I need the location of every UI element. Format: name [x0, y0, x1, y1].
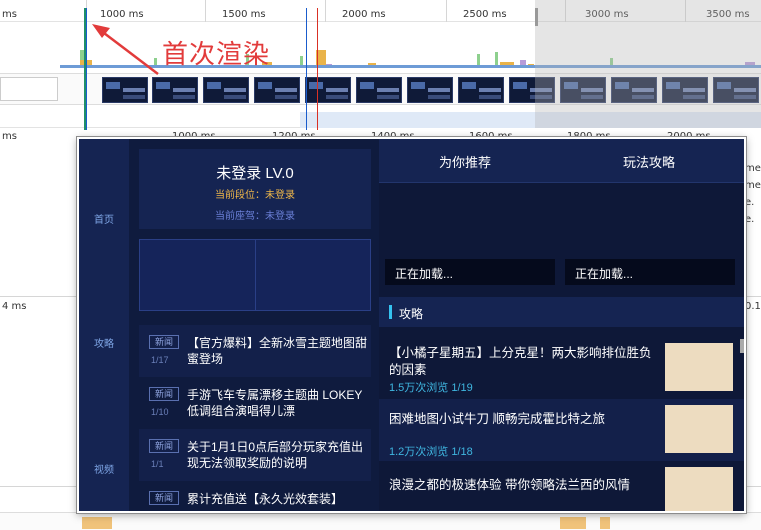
- news-page-count: 1/10: [151, 407, 169, 417]
- banner-carousel[interactable]: [139, 239, 371, 311]
- loading-text: 正在加载...: [575, 267, 634, 281]
- side-snippet: 0.1: [745, 301, 761, 312]
- left-content-panel: 未登录 LV.0 当前段位：未登录 当前座驾：未登录 新闻 1/17 【官方爆料…: [129, 139, 379, 511]
- loading-placeholder: 正在加载...: [385, 259, 555, 285]
- article-thumbnail: [665, 405, 733, 453]
- filmstrip-frame[interactable]: [458, 77, 504, 103]
- news-page-count: 1/1: [151, 459, 164, 469]
- news-tag-badge: 新闻: [149, 335, 179, 349]
- article-meta: 1.5万次浏览 1/19: [389, 382, 473, 394]
- news-item[interactable]: 新闻 1/10 手游飞车专属漂移主题曲 LOKEY低调组合演唱得儿漂: [139, 377, 371, 429]
- filmstrip-placeholder: [0, 77, 58, 101]
- news-title: 手游飞车专属漂移主题曲 LOKEY低调组合演唱得儿漂: [187, 388, 363, 418]
- user-profile-card[interactable]: 未登录 LV.0 当前段位：未登录 当前座驾：未登录: [139, 149, 371, 229]
- article-item[interactable]: 【小橘子星期五】上分克星！两大影响排位胜负的因素 1.5万次浏览 1/19: [379, 337, 744, 399]
- ruler-tick: [205, 0, 206, 22]
- filmstrip-frame[interactable]: [152, 77, 198, 103]
- article-thumbnail: [665, 467, 733, 511]
- filmstrip-frame[interactable]: [102, 77, 148, 103]
- bottom-event-bar: [560, 517, 586, 529]
- right-content-panel: 为你推荐 玩法攻略 正在加载... 正在加载... 攻略 【小橘子星期五】上分克…: [379, 139, 744, 511]
- content-tabs: 为你推荐 玩法攻略: [379, 139, 744, 183]
- side-nav: 首页 攻略 视频: [79, 139, 129, 511]
- side-snippet: me.: [745, 180, 761, 191]
- news-item[interactable]: 新闻 1/17 【官方爆料】全新冰雪主题地图甜蜜登场: [139, 325, 371, 377]
- ruler-label: 2000 ms: [342, 9, 386, 20]
- ruler-tick: [446, 0, 447, 22]
- guides-section-header: 攻略: [379, 297, 744, 327]
- scrollbar-thumb[interactable]: [740, 339, 744, 353]
- scrollbar[interactable]: [740, 339, 744, 509]
- lower-left-label: ms: [2, 131, 17, 142]
- news-item[interactable]: 新闻 1/1 关于1月1日0点后部分玩家充值出现无法领取奖励的说明: [139, 429, 371, 481]
- ruler-label: 1000 ms: [100, 9, 144, 20]
- news-item[interactable]: 新闻 累计充值送【永久光效套装】: [139, 481, 371, 511]
- side-snippet: e.: [745, 197, 755, 208]
- filmstrip-frame[interactable]: [305, 77, 351, 103]
- article-title: 困难地图小试牛刀 顺畅完成霍比特之旅: [389, 412, 605, 426]
- filmstrip-frame[interactable]: [203, 77, 249, 103]
- news-title: 【官方爆料】全新冰雪主题地图甜蜜登场: [187, 336, 368, 366]
- filmstrip-frame[interactable]: [254, 77, 300, 103]
- ruler-tick: [325, 0, 326, 22]
- filmstrip-frame[interactable]: [356, 77, 402, 103]
- article-item[interactable]: 困难地图小试牛刀 顺畅完成霍比特之旅 1.2万次浏览 1/18: [379, 399, 744, 461]
- nav-item-videos[interactable]: 视频: [79, 461, 129, 476]
- article-title: 浪漫之都的极速体验 带你领略法兰西的风情: [389, 478, 630, 492]
- news-title: 累计充值送【永久光效套装】: [187, 492, 344, 506]
- selection-end-handle[interactable]: [535, 8, 538, 26]
- news-tag-badge: 新闻: [149, 491, 179, 505]
- article-thumbnail: [665, 343, 733, 391]
- tab-recommended[interactable]: 为你推荐: [439, 152, 491, 171]
- user-rank: 当前段位：未登录: [215, 190, 295, 201]
- user-level: 未登录 LV.0: [216, 165, 294, 182]
- loading-text: 正在加载...: [395, 267, 454, 281]
- loading-placeholder: 正在加载...: [565, 259, 735, 285]
- selection-start-handle[interactable]: [86, 8, 87, 130]
- news-tag-badge: 新闻: [149, 387, 179, 401]
- filmstrip-frame[interactable]: [407, 77, 453, 103]
- news-tag-badge: 新闻: [149, 439, 179, 453]
- ruler-label: 1500 ms: [222, 9, 266, 20]
- bottom-track: [0, 512, 761, 530]
- banner-divider: [255, 240, 256, 310]
- tab-gameplay-guides[interactable]: 玩法攻略: [623, 152, 675, 171]
- news-title: 关于1月1日0点后部分玩家充值出现无法领取奖励的说明: [187, 440, 364, 470]
- user-car: 当前座驾：未登录: [215, 211, 295, 222]
- article-title: 【小橘子星期五】上分克星！两大影响排位胜负的因素: [389, 346, 652, 377]
- screenshot-preview-popup: 首页 攻略 视频 未登录 LV.0 当前段位：未登录 当前座驾：未登录 新闻 1…: [77, 137, 746, 513]
- bottom-event-bar: [600, 517, 610, 529]
- dom-content-loaded-marker: [306, 8, 307, 130]
- selection-outside-shade: [535, 0, 761, 128]
- load-event-marker: [317, 8, 318, 130]
- side-snippet: me.: [745, 163, 761, 174]
- side-snippet: e.: [745, 214, 755, 225]
- ruler-label: 2500 ms: [463, 9, 507, 20]
- first-render-annotation: 首次渲染: [162, 40, 271, 70]
- nav-item-guides[interactable]: 攻略: [79, 335, 129, 350]
- bottom-event-bar: [82, 517, 112, 529]
- nav-item-home[interactable]: 首页: [79, 211, 129, 226]
- article-item[interactable]: 浪漫之都的极速体验 带你领略法兰西的风情: [379, 461, 744, 511]
- article-meta: 1.2万次浏览 1/18: [389, 446, 473, 458]
- section-title: 攻略: [399, 307, 424, 321]
- ruler-left-label: ms: [2, 9, 17, 20]
- news-page-count: 1/17: [151, 355, 169, 365]
- section-accent-bar: [389, 305, 392, 319]
- track-left-label: 4 ms: [2, 301, 27, 312]
